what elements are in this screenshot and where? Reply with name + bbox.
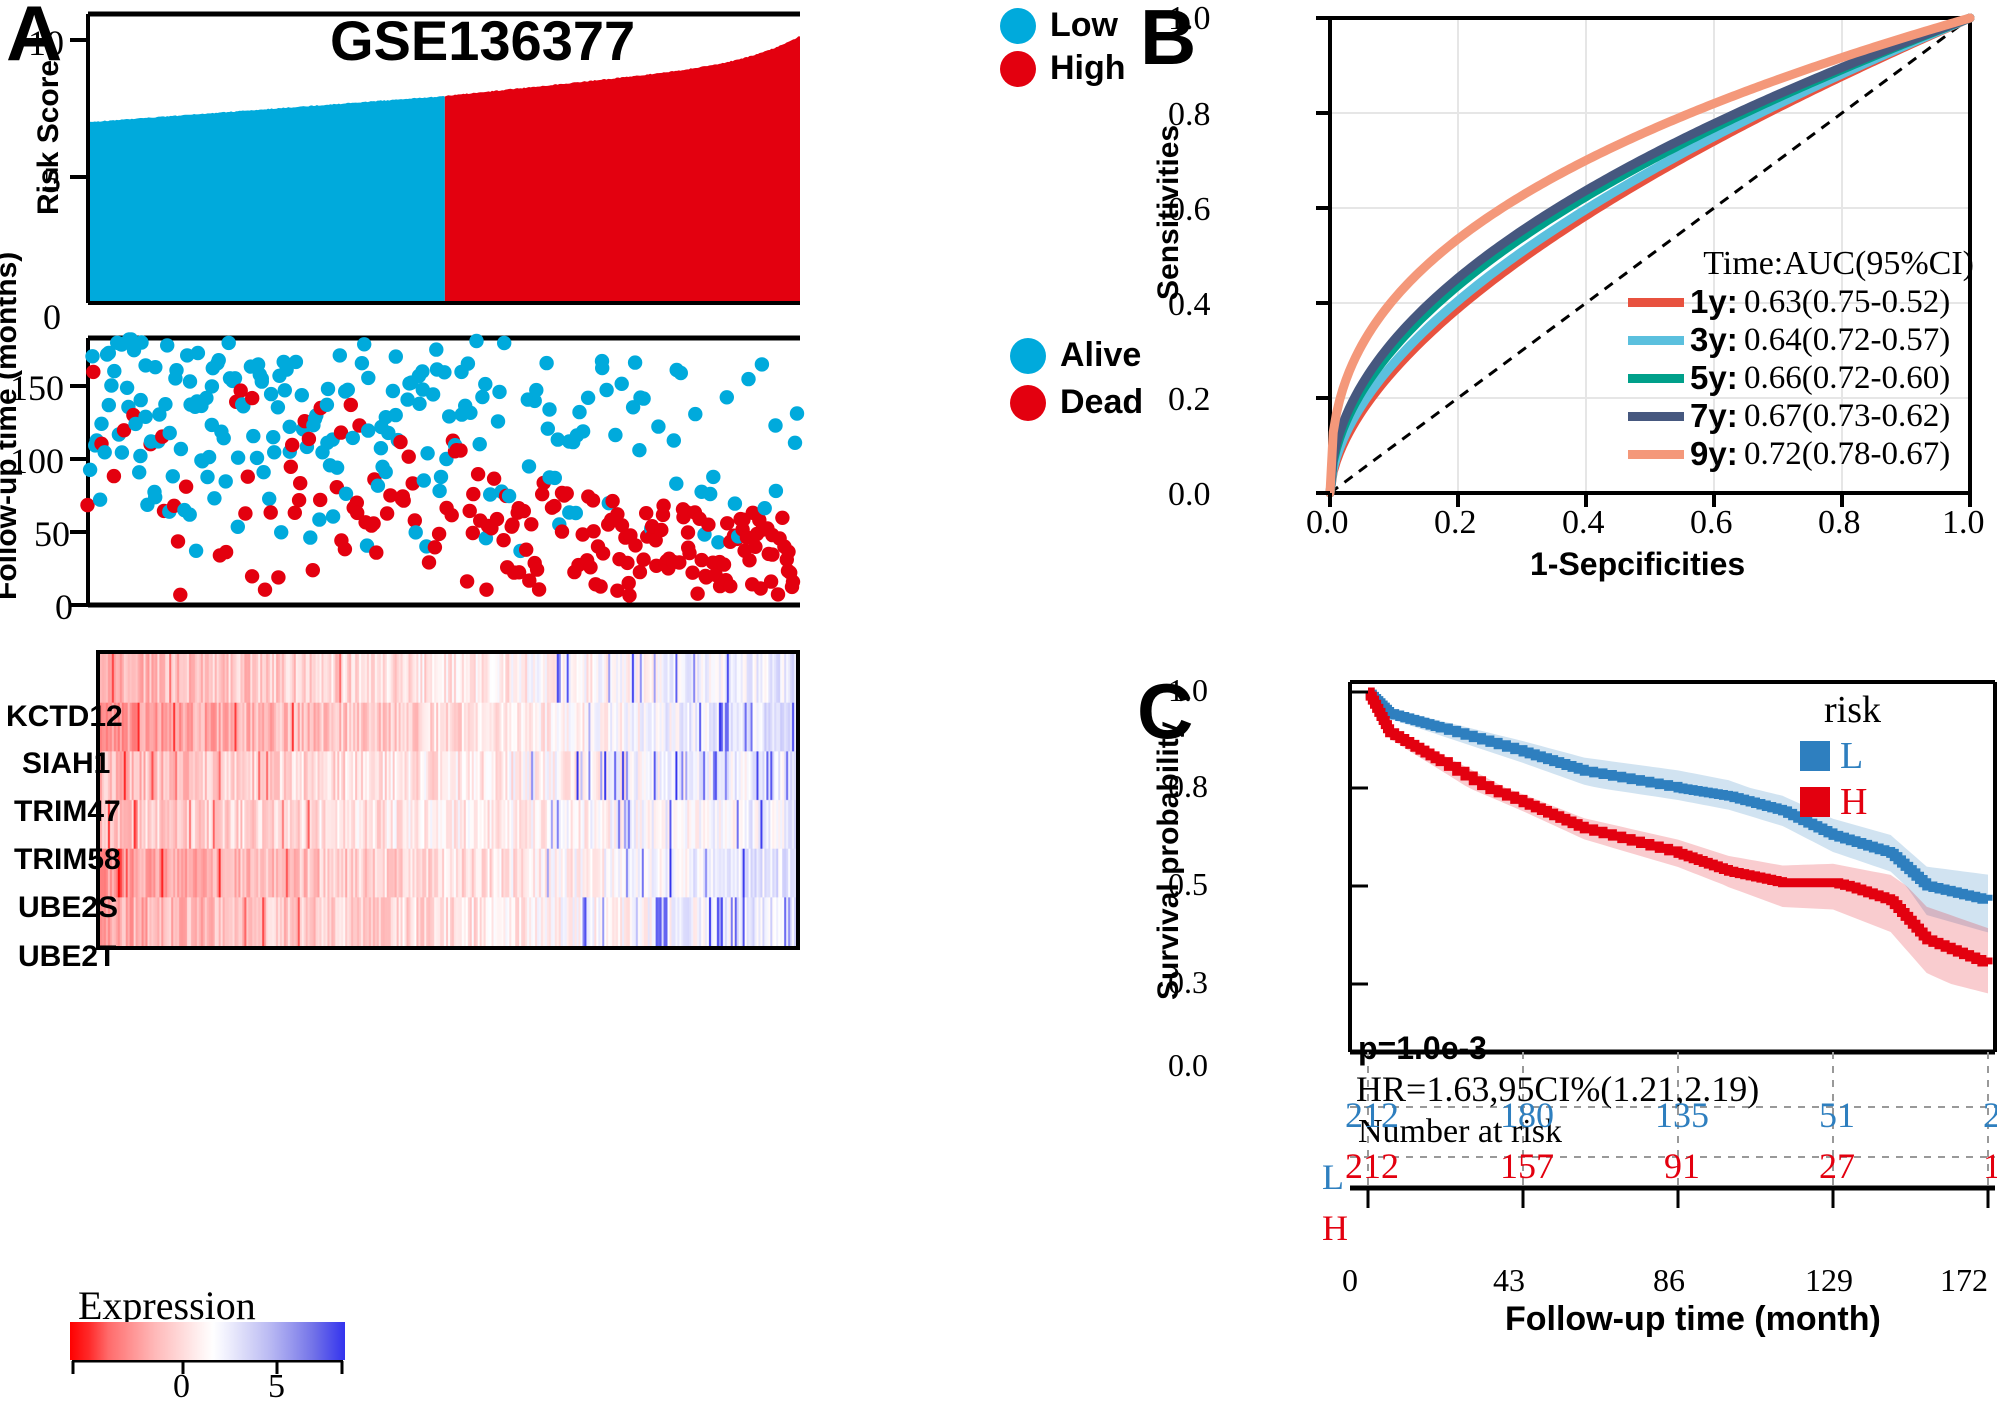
km-risk-cell-L-0: 212 <box>1345 1095 1399 1135</box>
km-risk-cell-L-172: 2 <box>1983 1095 1997 1135</box>
roc-legend-value-3: 0.67(0.73-0.62) <box>1744 397 1951 434</box>
km-pvalue: p=1.0e-3 <box>1358 1030 1487 1066</box>
km-ylabel: Survival probability <box>1152 721 1185 1000</box>
scatter-ytick-0: 0 <box>55 587 73 627</box>
followup-scatter-svg <box>70 332 805 608</box>
km-risk-cell-H-43: 157 <box>1500 1146 1554 1186</box>
colorbar-axis <box>70 1360 345 1376</box>
km-legend-swatch-l <box>1800 741 1830 771</box>
km-legend-label-h: H <box>1840 781 1868 823</box>
km-legend-title: risk <box>1824 689 1881 731</box>
roc-legend-time-4: 9y: <box>1690 435 1738 472</box>
roc-legend-row: 3y: 0.64(0.72-0.57) <box>1580 321 1980 359</box>
roc-legend-row: 5y: 0.66(0.72-0.60) <box>1580 359 1980 397</box>
km-risk-row-label-l: L <box>1322 1157 1344 1197</box>
risk-legend: Low High <box>1000 6 1126 88</box>
gene-label-ube2t: UBE2T <box>18 940 117 973</box>
colorbar-ticks-svg <box>71 1360 344 1374</box>
roc-legend-line-3y <box>1628 335 1684 345</box>
km-risk-cell-L-86: 135 <box>1655 1095 1709 1135</box>
km-ytick-0.0: 0.0 <box>1168 1047 1208 1083</box>
roc-ylabel: Sensitivities <box>1152 124 1185 300</box>
gene-label-kctd12: KCTD12 <box>6 700 123 733</box>
roc-legend-time-1: 3y: <box>1690 321 1738 358</box>
expression-heatmap <box>96 650 800 950</box>
km-xlabel: Follow-up time (month) <box>1505 1300 1881 1338</box>
expression-colorbar <box>70 1322 345 1360</box>
roc-legend-time-2: 5y: <box>1690 359 1738 396</box>
roc-legend-line-1y <box>1628 297 1684 307</box>
km-risk-cell-H-86: 91 <box>1664 1146 1700 1186</box>
risk-ytick-10: 10 <box>28 23 64 63</box>
roc-ytick-1.0: 1.0 <box>1168 0 1211 37</box>
km-legend-swatch-h <box>1800 787 1830 817</box>
roc-legend-row: 9y: 0.72(0.78-0.67) <box>1580 435 1980 473</box>
km-risk-cell-H-0: 212 <box>1345 1146 1399 1186</box>
roc-legend-line-5y <box>1628 373 1684 383</box>
legend-dot-dead <box>1010 384 1046 421</box>
roc-xtick-0.8: 0.8 <box>1818 504 1861 541</box>
km-xtick-0: 0 <box>1342 1262 1358 1298</box>
colorbar-tick-5: 5 <box>268 1368 285 1405</box>
scatter-ytick-50: 50 <box>34 514 70 554</box>
km-risk-cell-L-129: 51 <box>1819 1095 1855 1135</box>
roc-xtick-1.0: 1.0 <box>1942 504 1985 541</box>
scatter-ylabel: Follow-up time (months) <box>0 251 23 600</box>
roc-legend-title: Time:AUC(95%CI) <box>1703 245 1974 282</box>
roc-legend-time-3: 7y: <box>1690 397 1738 434</box>
roc-legend-value-2: 0.66(0.72-0.60) <box>1744 359 1951 396</box>
km-xtick-86: 86 <box>1653 1262 1685 1298</box>
km-xtick-43: 43 <box>1493 1262 1525 1298</box>
risk-legend-label-low: Low <box>1050 6 1118 44</box>
legend-dot-low <box>1000 7 1036 44</box>
roc-legend-row: 1y: 0.63(0.75-0.52) <box>1580 283 1980 321</box>
gene-label-ube2s: UBE2S <box>18 891 119 924</box>
roc-legend-line-9y <box>1628 449 1684 459</box>
roc-legend-row: 7y: 0.67(0.73-0.62) <box>1580 397 1980 435</box>
km-xtick-172: 172 <box>1940 1262 1988 1298</box>
km-xtick-129: 129 <box>1805 1262 1853 1298</box>
roc-xtick-0.2: 0.2 <box>1434 504 1477 541</box>
risk-score-ylabel: Risk Score <box>32 59 65 215</box>
km-risk-cell-H-129: 27 <box>1819 1146 1855 1186</box>
roc-legend-value-0: 0.63(0.75-0.52) <box>1744 283 1951 320</box>
gene-label-trim47: TRIM47 <box>14 795 121 828</box>
roc-legend-value-4: 0.72(0.78-0.67) <box>1744 435 1951 472</box>
km-risk-cell-L-43: 180 <box>1500 1095 1554 1135</box>
scatter-legend: Alive Dead <box>1010 336 1143 422</box>
roc-xtick-0.4: 0.4 <box>1562 504 1605 541</box>
panel-a-title: GSE136377 <box>330 9 636 72</box>
legend-dot-alive <box>1010 337 1046 374</box>
risk-legend-label-high: High <box>1050 49 1126 87</box>
km-ytick-1.0: 1.0 <box>1168 672 1208 708</box>
km-legend-label-l: L <box>1840 735 1864 777</box>
colorbar-tick-0: 0 <box>173 1368 190 1405</box>
roc-xtick-0.6: 0.6 <box>1690 504 1733 541</box>
roc-xlabel: 1-Sepcificities <box>1530 546 1746 582</box>
roc-legend-line-7y <box>1628 411 1684 421</box>
gene-label-siah1: SIAH1 <box>22 747 111 780</box>
gene-label-trim58: TRIM58 <box>14 843 121 876</box>
roc-ytick-0.2: 0.2 <box>1168 381 1211 418</box>
followup-scatter-plot <box>0 320 1130 650</box>
roc-ytick-0.0: 0.0 <box>1168 476 1211 513</box>
roc-xtick-0.0: 0.0 <box>1306 504 1349 541</box>
roc-legend: Time:AUC(95%CI) 1y: 0.63(0.75-0.52) 3y: 0.6… <box>1580 245 1980 473</box>
roc-legend-value-1: 0.64(0.72-0.57) <box>1744 321 1951 358</box>
km-risk-cell-H-172: 1 <box>1983 1146 1997 1186</box>
roc-legend-time-0: 1y: <box>1690 283 1738 320</box>
km-legend: risk L H <box>1800 688 1881 824</box>
legend-dot-high <box>1000 50 1036 87</box>
km-risk-row-label-h: H <box>1322 1208 1348 1248</box>
